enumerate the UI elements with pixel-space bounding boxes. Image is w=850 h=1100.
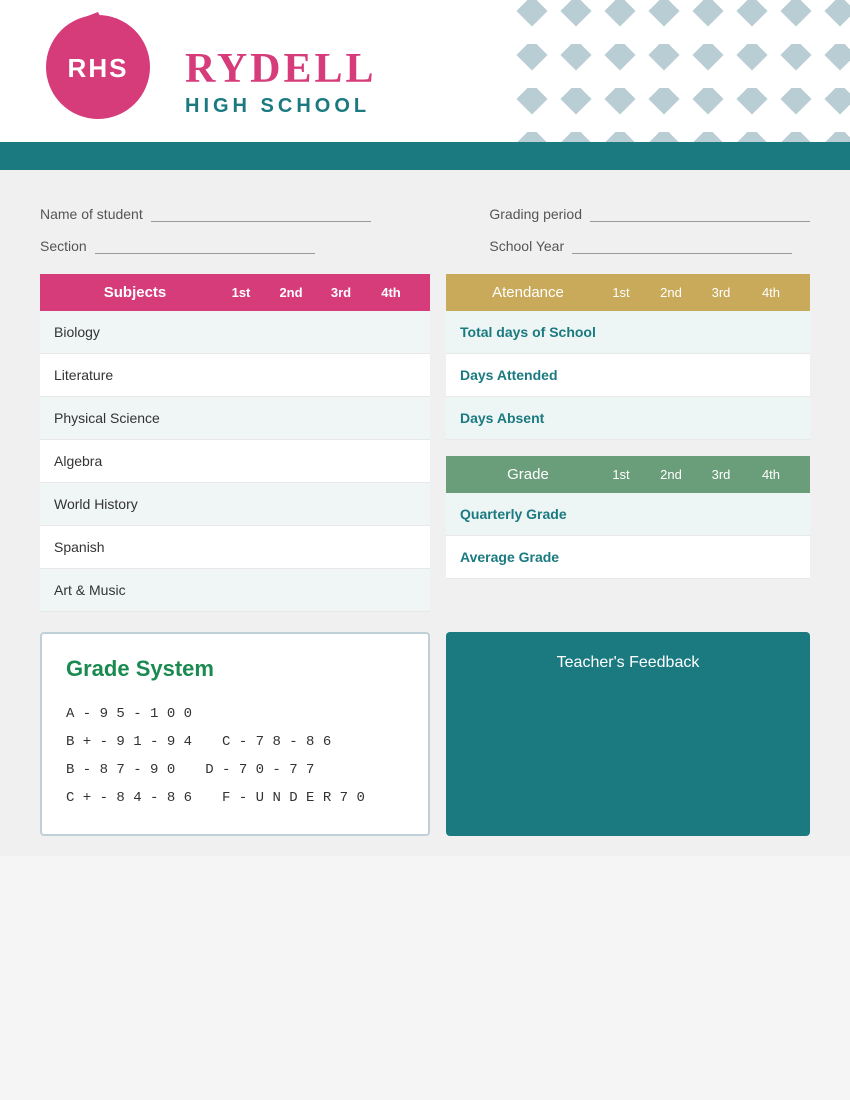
main-grid: Subjects 1st 2nd 3rd 4th Biology Literat… bbox=[40, 274, 810, 612]
school-year-field-row: School Year bbox=[489, 238, 810, 254]
grade-col3: 3rd bbox=[696, 467, 746, 482]
grade-b: B - 8 7 - 9 0 bbox=[66, 756, 175, 784]
grade-entry-bplus-c: B + - 9 1 - 9 4 C - 7 8 - 8 6 bbox=[66, 728, 404, 756]
grade-col-label: Grade bbox=[460, 466, 596, 483]
diamond-pattern bbox=[510, 0, 850, 155]
svg-text:RHS: RHS bbox=[68, 53, 129, 83]
name-underline[interactable] bbox=[151, 206, 371, 222]
subjects-col-label: Subjects bbox=[54, 284, 216, 301]
grade-d: D - 7 0 - 7 7 bbox=[205, 756, 314, 784]
subject-row-spanish: Spanish bbox=[40, 526, 430, 569]
school-name-block: RYDELL HIGH SCHOOL bbox=[185, 45, 377, 118]
section-field-row: Section bbox=[40, 238, 371, 254]
subjects-section: Subjects 1st 2nd 3rd 4th Biology Literat… bbox=[40, 274, 430, 612]
right-section: Atendance 1st 2nd 3rd 4th Total days of … bbox=[446, 274, 810, 612]
header: RHS RYDELL HIGH SCHOOL bbox=[0, 0, 850, 170]
grade-col1: 1st bbox=[596, 467, 646, 482]
grade-entry-a: A - 9 5 - 1 0 0 bbox=[66, 700, 404, 728]
subject-row-art-music: Art & Music bbox=[40, 569, 430, 612]
subject-row-algebra: Algebra bbox=[40, 440, 430, 483]
subject-row-biology: Biology bbox=[40, 311, 430, 354]
grade-entry-b-d: B - 8 7 - 9 0 D - 7 0 - 7 7 bbox=[66, 756, 404, 784]
grading-period-label: Grading period bbox=[489, 206, 582, 222]
grade-col2: 2nd bbox=[646, 467, 696, 482]
subjects-col3: 3rd bbox=[316, 285, 366, 300]
teacher-feedback-box: Teacher's Feedback bbox=[446, 632, 810, 836]
grade-row-average: Average Grade bbox=[446, 536, 810, 579]
bottom-grid: Grade System A - 9 5 - 1 0 0 B + - 9 1 -… bbox=[40, 632, 810, 836]
attendance-col1: 1st bbox=[596, 285, 646, 300]
content-area: Name of student Section Grading period S… bbox=[0, 170, 850, 856]
attendance-row-total-days: Total days of School bbox=[446, 311, 810, 354]
grade-section: Grade 1st 2nd 3rd 4th Quarterly Grade Av… bbox=[446, 456, 810, 579]
section-underline[interactable] bbox=[95, 238, 315, 254]
subjects-col2: 2nd bbox=[266, 285, 316, 300]
section-label: Section bbox=[40, 238, 87, 254]
grade-system-title: Grade System bbox=[66, 656, 404, 682]
grading-period-field-row: Grading period bbox=[489, 206, 810, 222]
grade-c: C - 7 8 - 8 6 bbox=[222, 728, 331, 756]
grade-cplus: C + - 8 4 - 8 6 bbox=[66, 784, 192, 812]
teacher-feedback-label: Teacher's Feedback bbox=[557, 654, 700, 672]
school-year-underline[interactable] bbox=[572, 238, 792, 254]
subject-row-world-history: World History bbox=[40, 483, 430, 526]
subjects-col1: 1st bbox=[216, 285, 266, 300]
attendance-section: Atendance 1st 2nd 3rd 4th Total days of … bbox=[446, 274, 810, 440]
school-name-rydell: RYDELL bbox=[185, 45, 377, 93]
name-field-row: Name of student bbox=[40, 206, 371, 222]
grading-period-underline[interactable] bbox=[590, 206, 810, 222]
subject-row-physical-science: Physical Science bbox=[40, 397, 430, 440]
form-fields: Name of student Section Grading period S… bbox=[40, 190, 810, 274]
grade-system-content: A - 9 5 - 1 0 0 B + - 9 1 - 9 4 C - 7 8 … bbox=[66, 700, 404, 812]
attendance-row-days-attended: Days Attended bbox=[446, 354, 810, 397]
grade-f: F - U N D E R 7 0 bbox=[222, 784, 365, 812]
attendance-col-label: Atendance bbox=[460, 284, 596, 301]
grade-row-quarterly: Quarterly Grade bbox=[446, 493, 810, 536]
school-year-label: School Year bbox=[489, 238, 564, 254]
grade-system-box: Grade System A - 9 5 - 1 0 0 B + - 9 1 -… bbox=[40, 632, 430, 836]
subjects-col4: 4th bbox=[366, 285, 416, 300]
attendance-header: Atendance 1st 2nd 3rd 4th bbox=[446, 274, 810, 311]
attendance-col3: 3rd bbox=[696, 285, 746, 300]
grade-bplus: B + - 9 1 - 9 4 bbox=[66, 728, 192, 756]
attendance-col2: 2nd bbox=[646, 285, 696, 300]
school-badge: RHS bbox=[28, 10, 168, 150]
grade-entry-cplus-f: C + - 8 4 - 8 6 F - U N D E R 7 0 bbox=[66, 784, 404, 812]
attendance-col4: 4th bbox=[746, 285, 796, 300]
form-right: Grading period School Year bbox=[489, 206, 810, 254]
subjects-header: Subjects 1st 2nd 3rd 4th bbox=[40, 274, 430, 311]
grade-header: Grade 1st 2nd 3rd 4th bbox=[446, 456, 810, 493]
school-name-sub: HIGH SCHOOL bbox=[185, 95, 377, 118]
name-label: Name of student bbox=[40, 206, 143, 222]
subject-row-literature: Literature bbox=[40, 354, 430, 397]
form-left: Name of student Section bbox=[40, 206, 371, 254]
grade-col4: 4th bbox=[746, 467, 796, 482]
attendance-row-days-absent: Days Absent bbox=[446, 397, 810, 440]
